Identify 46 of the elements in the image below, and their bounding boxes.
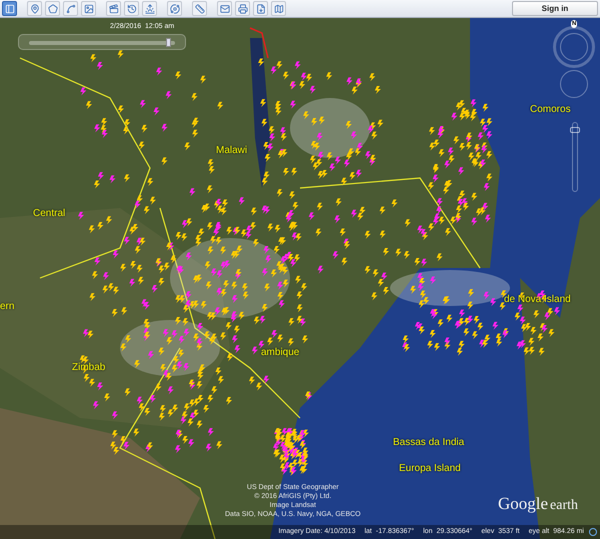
sign-in-button[interactable]: Sign in xyxy=(512,1,598,16)
toolbar-button[interactable] xyxy=(27,1,42,16)
loading-icon xyxy=(589,528,597,536)
ruler-icon xyxy=(194,4,204,14)
map-icon xyxy=(274,4,284,14)
compass-ring[interactable] xyxy=(553,26,595,68)
planet-icon xyxy=(170,4,180,14)
place-label: Comoros xyxy=(530,103,571,117)
place-label: ambique xyxy=(261,346,300,360)
printer-icon xyxy=(238,4,248,14)
sidebar-icon xyxy=(4,4,14,14)
toolbar-button[interactable] xyxy=(192,1,207,16)
toolbar-button[interactable] xyxy=(235,1,250,16)
place-label: Bassas da India xyxy=(393,436,464,450)
sunrise-icon xyxy=(144,4,154,14)
place-label: de Nova Island xyxy=(504,293,571,307)
path-icon xyxy=(66,4,76,14)
logo-google: Google xyxy=(498,493,548,515)
toolbar-button[interactable] xyxy=(2,1,17,16)
toolbar-button[interactable] xyxy=(63,1,78,16)
place-label: Europa Island xyxy=(399,462,461,476)
toolbar-button[interactable] xyxy=(142,1,157,16)
place-label: ern xyxy=(0,300,14,314)
pin-icon xyxy=(30,4,40,14)
look-joystick[interactable] xyxy=(560,70,588,98)
zoom-thumb[interactable] xyxy=(570,126,580,133)
toolbar-button[interactable] xyxy=(271,1,286,16)
zoom-slider[interactable] xyxy=(572,122,578,192)
place-label: Malawi xyxy=(216,144,248,158)
time-slider[interactable] xyxy=(18,34,186,50)
film-icon xyxy=(108,4,118,14)
image-icon xyxy=(84,4,94,14)
toolbar-button[interactable] xyxy=(124,1,139,16)
clock-icon xyxy=(126,4,136,14)
mail-icon xyxy=(220,4,230,14)
toolbar-button[interactable] xyxy=(217,1,232,16)
toolbar-button[interactable] xyxy=(106,1,121,16)
pentagon-icon xyxy=(48,4,58,14)
place-label: Central xyxy=(33,207,66,221)
toolbar-button[interactable] xyxy=(81,1,96,16)
toolbar-button[interactable] xyxy=(45,1,60,16)
slider-thumb[interactable] xyxy=(166,38,172,47)
toolbar-button[interactable] xyxy=(167,1,182,16)
toolbar-button[interactable] xyxy=(253,1,268,16)
logo-earth: earth xyxy=(550,497,578,515)
file-icon xyxy=(256,4,266,14)
